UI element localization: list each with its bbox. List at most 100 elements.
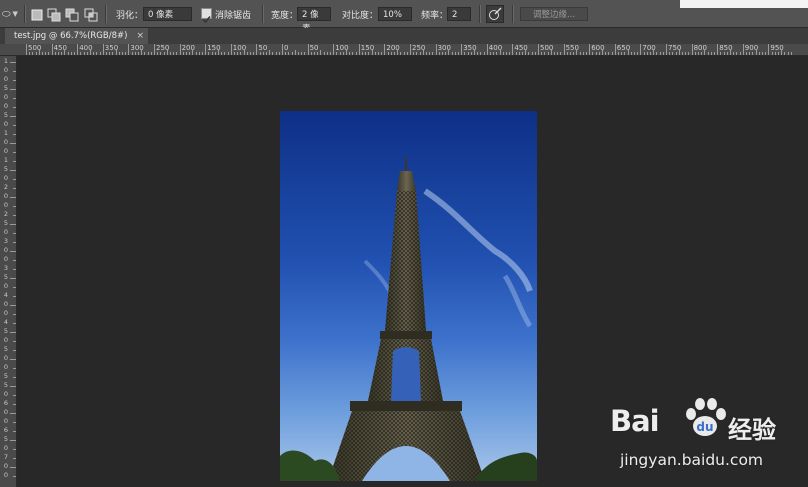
- ruler-tick: [13, 476, 16, 477]
- ruler-tick: [541, 52, 543, 55]
- ruler-tick: [669, 52, 671, 55]
- ruler-tick: [419, 52, 421, 55]
- ruler-label: 1: [3, 57, 9, 65]
- ruler-tick: [624, 52, 626, 55]
- ruler-label: 5: [3, 273, 9, 281]
- ruler-tick: [202, 52, 203, 55]
- width-input[interactable]: 2 像素: [297, 7, 331, 34]
- ruler-tick: [10, 413, 16, 414]
- separator: [479, 5, 481, 23]
- ruler-tick: [13, 107, 16, 108]
- ruler-tick: [10, 440, 16, 441]
- pen-pressure-icon: [489, 7, 502, 20]
- ruler-tick: [637, 52, 639, 55]
- ruler-tick: [13, 71, 16, 72]
- ruler-tick: [13, 287, 16, 288]
- ruler-tick: [621, 52, 623, 55]
- ruler-tick: [13, 134, 16, 135]
- ruler-tick: [10, 467, 16, 468]
- ruler-label: 0: [3, 174, 9, 182]
- ruler-tick: [714, 52, 715, 55]
- ruler-tick: [605, 52, 607, 55]
- ruler-tick: [429, 52, 431, 55]
- ruler-tick: [694, 52, 696, 55]
- ruler-tick: [13, 458, 16, 459]
- ruler-tick: [554, 52, 555, 55]
- document-tab[interactable]: test.jpg @ 66.7%(RGB/8#) ×: [5, 28, 148, 44]
- ruler-tick: [710, 52, 712, 55]
- ruler-tick: [54, 52, 56, 55]
- ruler-tick: [170, 52, 171, 55]
- ruler-tick: [374, 52, 376, 55]
- ruler-tick: [208, 52, 210, 55]
- add-to-selection-icon[interactable]: [47, 7, 61, 22]
- frequency-input[interactable]: 2: [447, 7, 471, 21]
- ruler-tick: [243, 50, 245, 55]
- ruler-tick: [691, 44, 693, 55]
- antialias-checkbox[interactable]: [201, 8, 212, 24]
- ruler-tick: [496, 52, 498, 55]
- ruler-label: 4: [3, 318, 9, 326]
- contrast-input[interactable]: 10%: [378, 7, 412, 21]
- ruler-tick: [784, 52, 786, 55]
- ruler-tick: [534, 52, 536, 55]
- intersect-selection-icon[interactable]: [84, 7, 98, 22]
- refine-edge-button[interactable]: 调整边缘...: [520, 7, 588, 21]
- ruler-tick: [278, 52, 280, 55]
- ruler-tick: [778, 52, 779, 55]
- ruler-tick: [525, 50, 527, 55]
- ruler-tick: [64, 50, 66, 55]
- ruler-tick: [253, 52, 255, 55]
- ruler-tick: [573, 52, 575, 55]
- ruler-tick: [13, 98, 16, 99]
- ruler-tick: [13, 125, 16, 126]
- ruler-tick: [650, 52, 651, 55]
- ruler-tick: [483, 52, 485, 55]
- width-label: 宽度：: [271, 10, 299, 21]
- ruler-tick: [518, 52, 520, 55]
- lasso-icon: ⬭: [2, 8, 11, 20]
- ruler-label: 0: [3, 471, 9, 479]
- ruler-tick: [32, 52, 34, 55]
- ruler-tick: [317, 52, 319, 55]
- stylus-pressure-button[interactable]: [486, 5, 504, 23]
- ruler-tick: [646, 52, 648, 55]
- ruler-tick: [74, 52, 75, 55]
- ruler-tick: [566, 52, 568, 55]
- ruler-label: 5: [3, 165, 9, 173]
- subtract-from-selection-icon[interactable]: [65, 7, 79, 22]
- tool-preset-picker[interactable]: ⬭ ▼: [2, 0, 18, 28]
- ruler-tick: [355, 52, 357, 55]
- ruler-tick: [307, 44, 309, 55]
- ruler-tick: [141, 50, 143, 55]
- ruler-tick: [339, 52, 341, 55]
- ruler-tick: [634, 52, 635, 55]
- ruler-tick: [291, 52, 293, 55]
- close-icon[interactable]: ×: [136, 28, 144, 44]
- paw-icon: du: [686, 398, 726, 436]
- ruler-tick: [93, 52, 95, 55]
- ruler-label: 0: [3, 336, 9, 344]
- ruler-tick: [211, 52, 213, 55]
- ruler-tick: [246, 52, 248, 55]
- ruler-tick: [413, 52, 415, 55]
- ruler-tick: [486, 44, 488, 55]
- ruler-tick: [662, 52, 664, 55]
- ruler-tick: [13, 449, 16, 450]
- horizontal-ruler[interactable]: 500 450 400 350 300 250 200 150 100 50 0 50 100 150 20…: [0, 44, 808, 56]
- vertical-ruler[interactable]: 1005005010015020025030035040045050055060…: [0, 56, 17, 487]
- ruler-tick: [394, 52, 395, 55]
- ruler-tick: [390, 52, 392, 55]
- ruler-tick: [80, 52, 82, 55]
- ruler-tick: [13, 188, 16, 189]
- ruler-tick: [445, 52, 447, 55]
- ruler-label: 2: [3, 183, 9, 191]
- ruler-tick: [672, 52, 674, 55]
- ruler-tick: [294, 50, 296, 55]
- ruler-tick: [128, 44, 130, 55]
- ruler-tick: [682, 52, 683, 55]
- ruler-tick: [259, 52, 261, 55]
- feather-input[interactable]: 0 像素: [143, 7, 192, 21]
- new-selection-icon[interactable]: [30, 7, 44, 21]
- antialias-label: 消除锯齿: [215, 10, 252, 21]
